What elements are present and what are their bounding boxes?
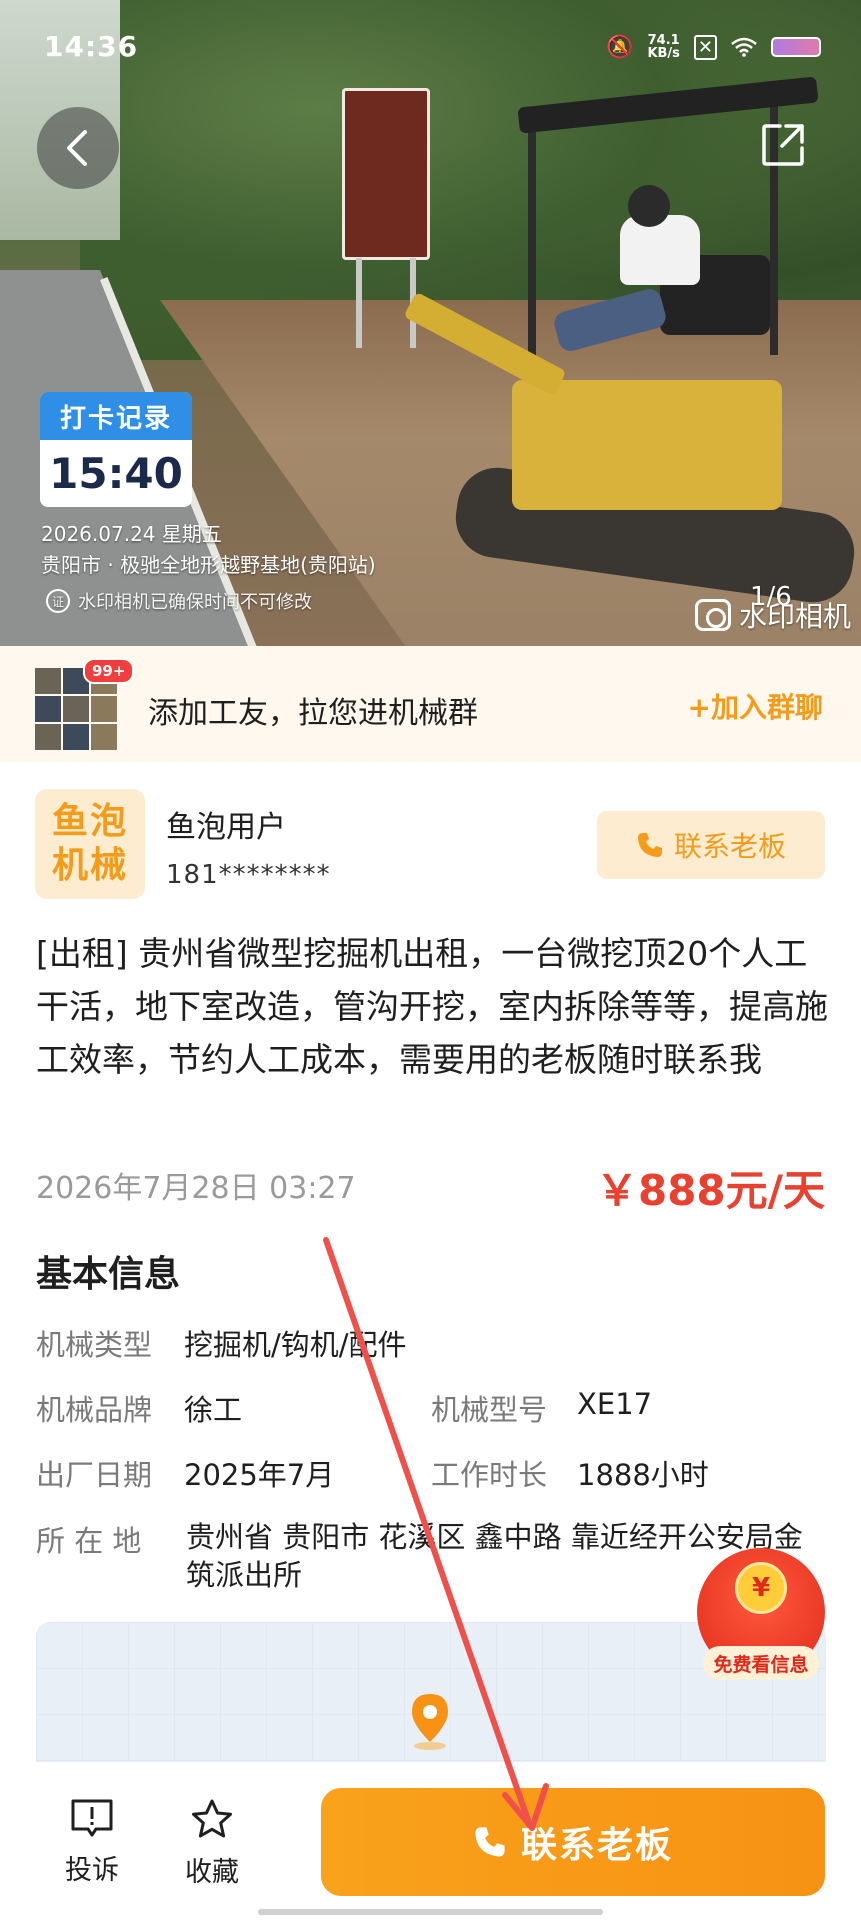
share-icon (762, 124, 804, 166)
watermark-place: 贵阳市 · 极驰全地形越野基地(贵阳站) (41, 553, 376, 577)
avatar (91, 696, 117, 722)
model-value: XE17 (577, 1387, 653, 1421)
join-group-button[interactable]: +加入群聊 (688, 686, 823, 726)
watermark-title: 打卡记录 (40, 392, 192, 440)
brand-label: 机械品牌 (36, 1393, 153, 1427)
factory-date-label: 出厂日期 (36, 1458, 153, 1492)
sim-off-icon: ✕ (693, 34, 717, 60)
model-label: 机械型号 (431, 1393, 548, 1427)
avatar (35, 696, 61, 722)
free-info-badge[interactable]: ¥ 免费看信息 (697, 1548, 825, 1688)
avatar (91, 724, 117, 750)
report-button[interactable]: 投诉 (52, 1798, 132, 1887)
photo-operator-head (628, 185, 670, 227)
photo-canopy-post (528, 110, 536, 370)
map-pin-icon (412, 1694, 448, 1750)
listing-description: [出租] 贵州省微型挖掘机出租，一台微挖顶20个人工干活，地下室改造，管沟开挖，… (36, 934, 828, 1079)
group-banner[interactable]: 99+ 添加工友，拉您进机械群 +加入群聊 (0, 646, 861, 762)
listing-date: 2026年7月28日 03:27 (36, 1171, 356, 1206)
group-banner-text: 添加工友，拉您进机械群 (148, 696, 478, 731)
brand-value: 徐工 (184, 1393, 243, 1427)
report-label: 投诉 (65, 1855, 119, 1886)
avatar (63, 724, 89, 750)
type-label: 机械类型 (36, 1328, 153, 1362)
hours-value: 1888小时 (577, 1458, 709, 1492)
photo-sign-post (356, 258, 362, 348)
avatar (35, 724, 61, 750)
status-icons: 🔕 74.1 KB/s ✕ (606, 34, 821, 60)
net-speed-unit: KB/s (647, 46, 680, 61)
verified-seal-icon: 证 (46, 589, 70, 613)
share-button[interactable] (742, 104, 824, 186)
poster-logo: 鱼泡 机械 (35, 789, 145, 899)
chevron-left-icon (67, 130, 87, 166)
phone-icon (637, 833, 662, 857)
net-speed: 74.1 KB/s (647, 34, 679, 60)
coin-icon: ¥ (735, 1562, 787, 1614)
free-badge-label: 免费看信息 (703, 1646, 819, 1680)
contact-boss-button[interactable]: 联系老板 (597, 811, 825, 879)
factory-date-value: 2025年7月 (184, 1458, 335, 1492)
camera-brand-text: 水印相机 (738, 600, 851, 633)
favorite-label: 收藏 (185, 1857, 239, 1888)
phone-icon (475, 1827, 505, 1857)
star-icon (192, 1799, 232, 1838)
watermark-card: 打卡记录 15:40 (40, 392, 192, 507)
back-button[interactable] (37, 107, 119, 189)
hours-label: 工作时长 (431, 1458, 548, 1492)
camera-brand: 水印相机 (694, 595, 851, 635)
camera-icon (694, 599, 731, 631)
watermark-note-text: 水印相机已确保时间不可修改 (78, 592, 312, 613)
poster-name: 鱼泡用户 (166, 810, 286, 845)
type-value: 挖掘机/钩机/配件 (184, 1328, 407, 1362)
poster-phone: 181******** (166, 860, 331, 890)
favorite-button[interactable]: 收藏 (172, 1798, 252, 1889)
contact-boss-label: 联系老板 (673, 830, 786, 863)
watermark-note: 证 水印相机已确保时间不可修改 (46, 588, 312, 614)
avatar (63, 696, 89, 722)
mute-bell-icon: 🔕 (606, 34, 634, 60)
cta-label: 联系老板 (520, 1825, 673, 1866)
photo-operator (620, 215, 700, 285)
photo-excavator (512, 380, 782, 510)
status-time: 14:36 (44, 30, 139, 63)
basic-info-title: 基本信息 (36, 1254, 181, 1295)
contact-boss-cta-button[interactable]: 联系老板 (321, 1788, 825, 1896)
watermark-date: 2026.07.24 星期五 (41, 522, 222, 546)
listing-price: ￥888元/天 (595, 1166, 825, 1215)
unread-badge: 99+ (83, 658, 135, 684)
location-label: 所 在 地 (36, 1524, 142, 1558)
report-icon (71, 1799, 113, 1837)
wifi-icon (731, 37, 757, 57)
photo-sign (342, 88, 430, 260)
logo-line1: 鱼泡 (51, 801, 128, 842)
watermark-time: 15:40 (49, 449, 183, 498)
logo-line2: 机械 (51, 845, 128, 886)
avatar (35, 668, 61, 694)
battery-icon (771, 37, 821, 57)
home-indicator[interactable] (258, 1909, 603, 1915)
